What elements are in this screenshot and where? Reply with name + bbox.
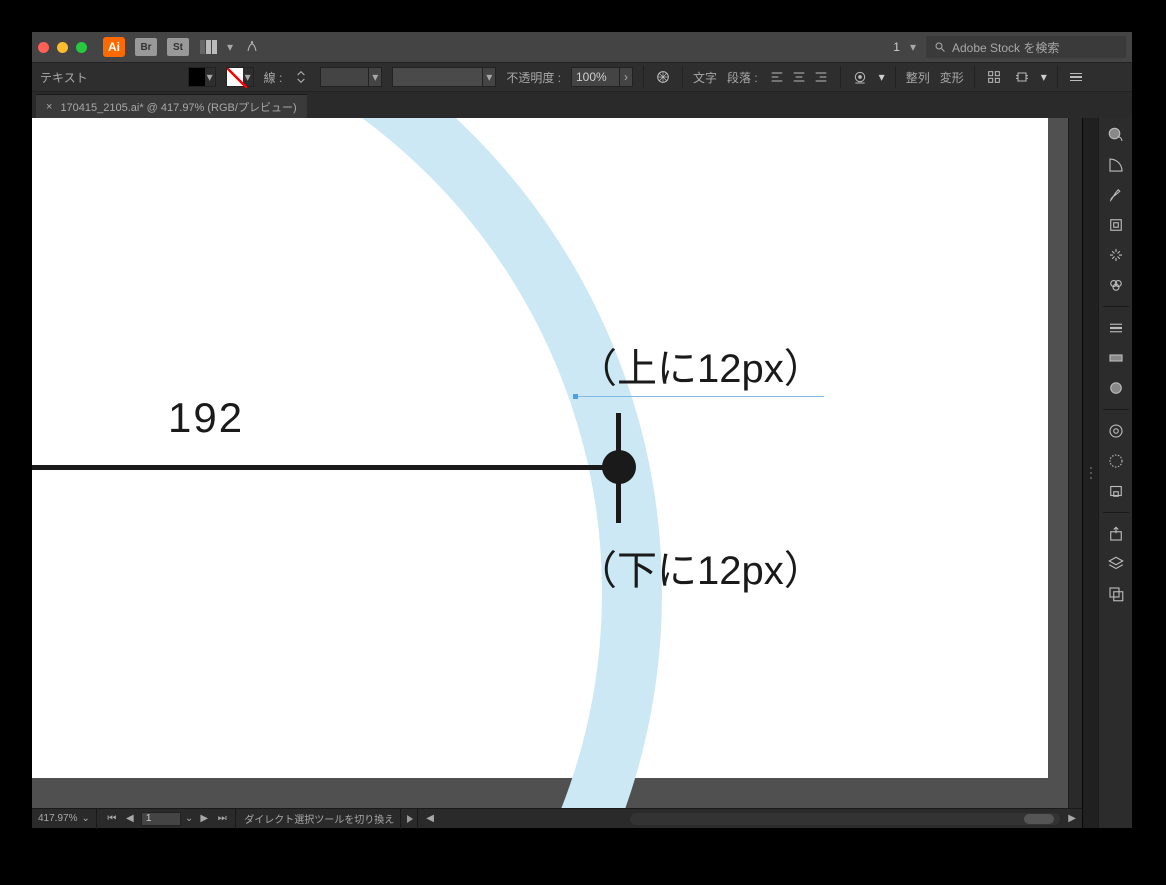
layers-icon[interactable] bbox=[1103, 551, 1129, 577]
opacity-field[interactable]: 100% › bbox=[571, 67, 633, 87]
canvas-wrap: 192 （上に12px） （下に12px） 417.97%⌄ ⏮ ◀ 1 bbox=[32, 118, 1082, 828]
adobe-stock-search[interactable]: Adobe Stock を検索 bbox=[926, 36, 1126, 58]
opacity-label: 不透明度 : bbox=[506, 69, 561, 86]
bridge-button[interactable]: Br bbox=[135, 38, 157, 56]
arrange-documents-menu[interactable]: ▾ bbox=[227, 40, 233, 54]
status-bar: 417.97%⌄ ⏮ ◀ 1 ⌄ ▶ ⏭ ダイレクト選択ツールを切り換え ◀ ▶ bbox=[32, 808, 1082, 828]
artboard-nav: ⏮ ◀ 1 ⌄ ▶ ⏭ bbox=[99, 809, 236, 829]
last-artboard-button[interactable]: ⏭ bbox=[215, 813, 229, 824]
arrange-documents-button[interactable] bbox=[199, 38, 217, 56]
options-bar: テキスト ▾ ▾ 線 : ▾ ▾ 不透明度 : 100% › 文字 段落 : ▾… bbox=[32, 62, 1132, 92]
right-panel-dock bbox=[1098, 118, 1132, 828]
brushes-icon[interactable] bbox=[1103, 182, 1129, 208]
paragraph-align-group bbox=[768, 68, 830, 86]
search-placeholder: Adobe Stock を検索 bbox=[952, 39, 1059, 56]
symbols-icon[interactable] bbox=[1103, 212, 1129, 238]
align-left-button[interactable] bbox=[768, 68, 786, 86]
main-area: 192 （上に12px） （下に12px） 417.97%⌄ ⏮ ◀ 1 bbox=[32, 118, 1132, 828]
status-flyout-icon[interactable] bbox=[407, 815, 413, 823]
artboard-menu[interactable]: ⌄ bbox=[185, 813, 193, 824]
zoom-window[interactable] bbox=[76, 42, 87, 53]
artwork-horizontal-line bbox=[32, 465, 620, 470]
links-icon[interactable] bbox=[1103, 242, 1129, 268]
transform-label[interactable]: 変形 bbox=[940, 69, 964, 86]
gradient-icon[interactable] bbox=[1103, 345, 1129, 371]
hscroll-left[interactable]: ◀ bbox=[426, 813, 434, 824]
options-flyout-menu[interactable] bbox=[1068, 69, 1084, 85]
artwork-label-up-selected[interactable]: （上に12px） bbox=[577, 336, 824, 397]
stroke-panel-icon[interactable] bbox=[1103, 315, 1129, 341]
graphic-styles-icon[interactable] bbox=[1103, 478, 1129, 504]
recolor-artwork-icon[interactable] bbox=[654, 68, 672, 86]
appearance-icon[interactable] bbox=[1103, 448, 1129, 474]
isolate-mode-icon[interactable] bbox=[985, 68, 1003, 86]
panel-grip[interactable] bbox=[1082, 118, 1098, 828]
search-icon bbox=[934, 41, 946, 53]
vertical-scrollbar[interactable] bbox=[1068, 118, 1082, 808]
menubar: Ai Br St ▾ 1 ▾ Adobe Stock を検索 bbox=[32, 32, 1132, 62]
artwork-node bbox=[602, 450, 636, 484]
window-controls bbox=[38, 42, 87, 53]
stroke-weight-stepper[interactable] bbox=[292, 68, 310, 86]
align-to-button[interactable] bbox=[851, 68, 869, 86]
document-tab-bar: × 170415_2105.ai* @ 417.97% (RGB/プレビュー) bbox=[32, 92, 1132, 118]
zoom-field[interactable]: 417.97%⌄ bbox=[32, 809, 97, 829]
stroke-weight-field[interactable]: ▾ bbox=[320, 67, 382, 87]
export-icon[interactable] bbox=[1103, 521, 1129, 547]
stroke-label: 線 : bbox=[264, 69, 283, 86]
artwork-ring bbox=[32, 118, 662, 808]
artboards-icon[interactable] bbox=[1103, 581, 1129, 607]
tool-label: テキスト bbox=[40, 69, 88, 86]
close-tab-icon[interactable]: × bbox=[46, 101, 52, 113]
snap-menu[interactable]: ▾ bbox=[1041, 70, 1047, 84]
transparency-icon[interactable] bbox=[1103, 375, 1129, 401]
workspace-layout-menu[interactable]: ▾ bbox=[910, 40, 916, 54]
arrange-label[interactable]: 整列 bbox=[906, 69, 930, 86]
app-logo-illustrator: Ai bbox=[103, 37, 125, 57]
paragraph-label[interactable]: 段落 : bbox=[727, 69, 758, 86]
horizontal-scrollbar[interactable] bbox=[630, 813, 1060, 825]
minimize-window[interactable] bbox=[57, 42, 68, 53]
artboard: 192 （上に12px） （下に12px） bbox=[32, 118, 1048, 778]
workspace-layout-count: 1 bbox=[874, 40, 900, 54]
align-center-button[interactable] bbox=[790, 68, 808, 86]
pathfinder-icon[interactable] bbox=[1103, 272, 1129, 298]
swatches-icon[interactable] bbox=[1103, 152, 1129, 178]
canvas-area[interactable]: 192 （上に12px） （下に12px） bbox=[32, 118, 1082, 808]
snap-to-pixel-icon[interactable] bbox=[1013, 68, 1031, 86]
character-label[interactable]: 文字 bbox=[693, 69, 717, 86]
stroke-swatch[interactable]: ▾ bbox=[226, 67, 254, 87]
artboard-index[interactable]: 1 bbox=[141, 812, 181, 826]
align-right-button[interactable] bbox=[812, 68, 830, 86]
prev-artboard-button[interactable]: ◀ bbox=[123, 813, 137, 824]
artwork-label-192: 192 bbox=[168, 394, 244, 442]
fill-swatch[interactable]: ▾ bbox=[188, 67, 216, 87]
cc-libraries-icon[interactable] bbox=[1103, 418, 1129, 444]
close-window[interactable] bbox=[38, 42, 49, 53]
document-tab[interactable]: × 170415_2105.ai* @ 417.97% (RGB/プレビュー) bbox=[36, 94, 307, 118]
align-to-menu[interactable]: ▾ bbox=[879, 70, 885, 84]
first-artboard-button[interactable]: ⏮ bbox=[105, 813, 119, 824]
opacity-value: 100% bbox=[571, 67, 619, 87]
stroke-profile-field[interactable]: ▾ bbox=[392, 67, 496, 87]
next-artboard-button[interactable]: ▶ bbox=[197, 813, 211, 824]
hscroll-right[interactable]: ▶ bbox=[1068, 813, 1076, 824]
stock-button[interactable]: St bbox=[167, 38, 189, 56]
color-icon[interactable] bbox=[1103, 122, 1129, 148]
app-window: Ai Br St ▾ 1 ▾ Adobe Stock を検索 テキスト ▾ ▾ … bbox=[32, 32, 1132, 828]
gpu-performance-icon[interactable] bbox=[243, 38, 261, 56]
status-hint: ダイレクト選択ツールを切り換え bbox=[244, 811, 394, 826]
document-tab-title: 170415_2105.ai* @ 417.97% (RGB/プレビュー) bbox=[60, 99, 296, 115]
artwork-label-down: （下に12px） bbox=[577, 538, 824, 596]
